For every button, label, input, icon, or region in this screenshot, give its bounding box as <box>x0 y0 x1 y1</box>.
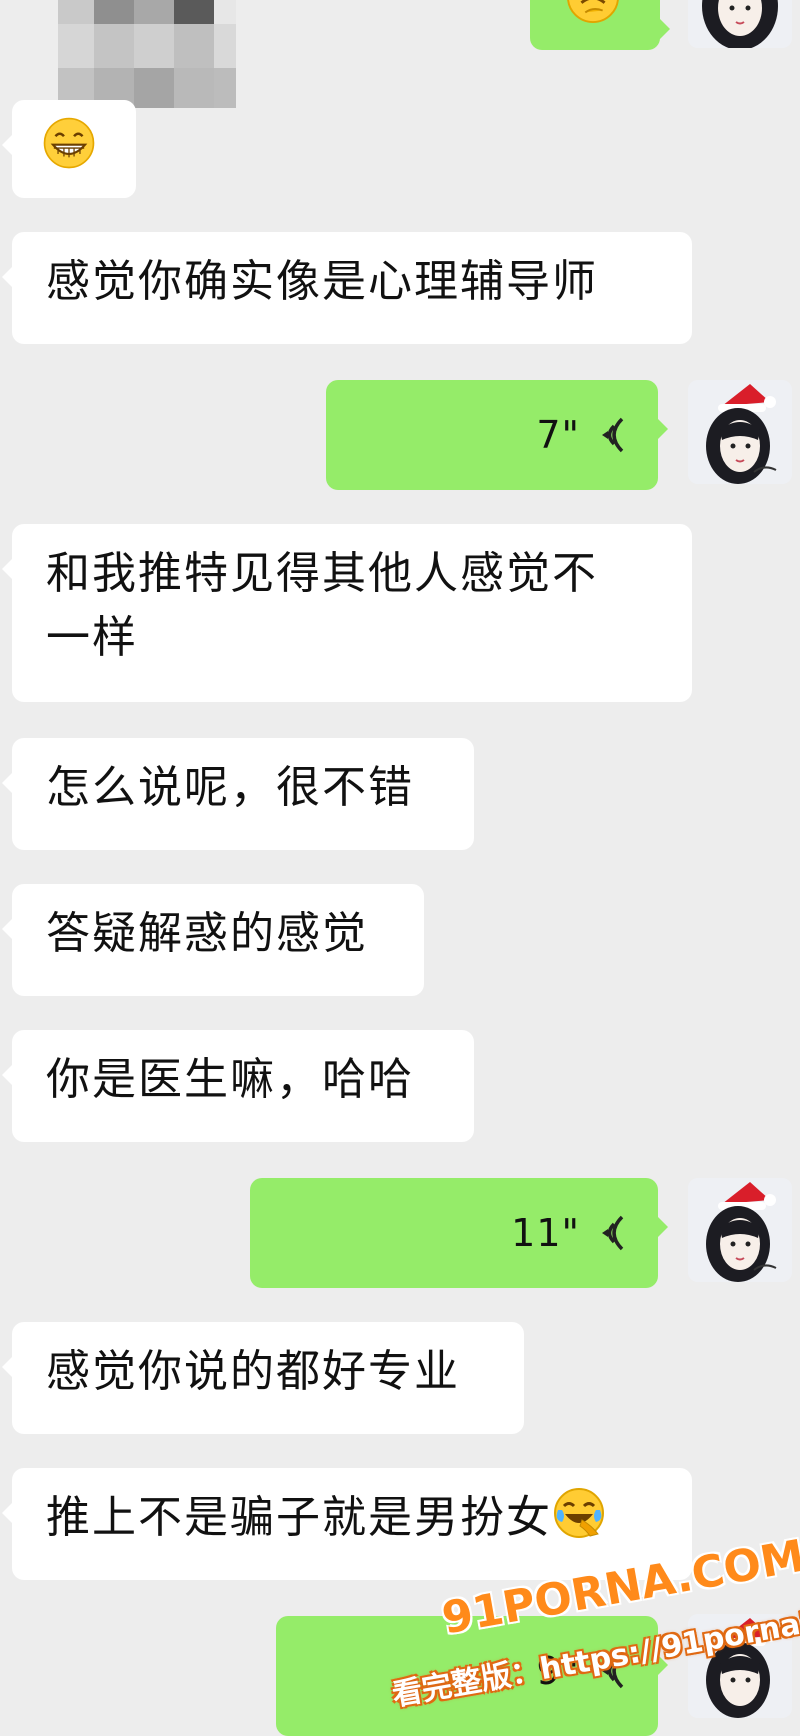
user-avatar[interactable] <box>688 380 792 484</box>
message-bubble-incoming[interactable]: 推上不是骗子就是男扮女 <box>2 1468 692 1580</box>
message-text: 答疑解惑的感觉 <box>46 908 368 959</box>
voice-duration: 7" <box>536 413 580 457</box>
message-text: 推上不是骗子就是男扮女 <box>46 1492 552 1543</box>
message-text: 你是医生嘛，哈哈 <box>46 1054 414 1105</box>
message-bubble-outgoing-emoji[interactable] <box>530 0 670 50</box>
message-text-line: 一样 <box>46 611 138 663</box>
message-text: 怎么说呢，很不错 <box>46 762 414 813</box>
laughing-crying-face-icon <box>554 1488 604 1538</box>
voice-wave-icon <box>602 1215 624 1251</box>
voice-duration: 11" <box>511 1211 580 1255</box>
voice-message-bubble[interactable]: 11" <box>250 1178 668 1288</box>
voice-wave-icon <box>602 417 624 453</box>
voice-wave-icon <box>602 1653 624 1689</box>
user-avatar[interactable] <box>688 1178 792 1282</box>
message-bubble-incoming[interactable]: 怎么说呢，很不错 <box>2 738 474 850</box>
voice-message-bubble[interactable]: 9" <box>276 1616 668 1736</box>
user-avatar[interactable] <box>688 0 792 48</box>
user-avatar[interactable] <box>688 1614 792 1718</box>
grinning-face-icon <box>43 117 95 169</box>
message-text: 感觉你确实像是心理辅导师 <box>46 256 598 307</box>
message-bubble-incoming-emoji[interactable] <box>2 100 136 198</box>
voice-duration: 9" <box>536 1649 580 1693</box>
message-text-line: 和我推特见得其他人感觉不 <box>46 548 598 599</box>
message-bubble-incoming[interactable]: 答疑解惑的感觉 <box>2 884 424 996</box>
message-bubble-incoming[interactable]: 和我推特见得其他人感觉不 一样 <box>2 524 692 702</box>
chat-area: 感觉你确实像是心理辅导师 7" 和我推特见得其他人感觉不 一样 怎么说呢，很不错… <box>0 0 800 1736</box>
message-bubble-incoming[interactable]: 你是医生嘛，哈哈 <box>2 1030 474 1142</box>
message-bubble-incoming[interactable]: 感觉你说的都好专业 <box>2 1322 524 1434</box>
voice-message-bubble[interactable]: 7" <box>326 380 668 490</box>
thinking-face-icon <box>567 0 619 24</box>
message-text: 感觉你说的都好专业 <box>46 1346 460 1397</box>
message-bubble-incoming[interactable]: 感觉你确实像是心理辅导师 <box>2 232 692 344</box>
blurred-contact-name <box>58 0 236 110</box>
